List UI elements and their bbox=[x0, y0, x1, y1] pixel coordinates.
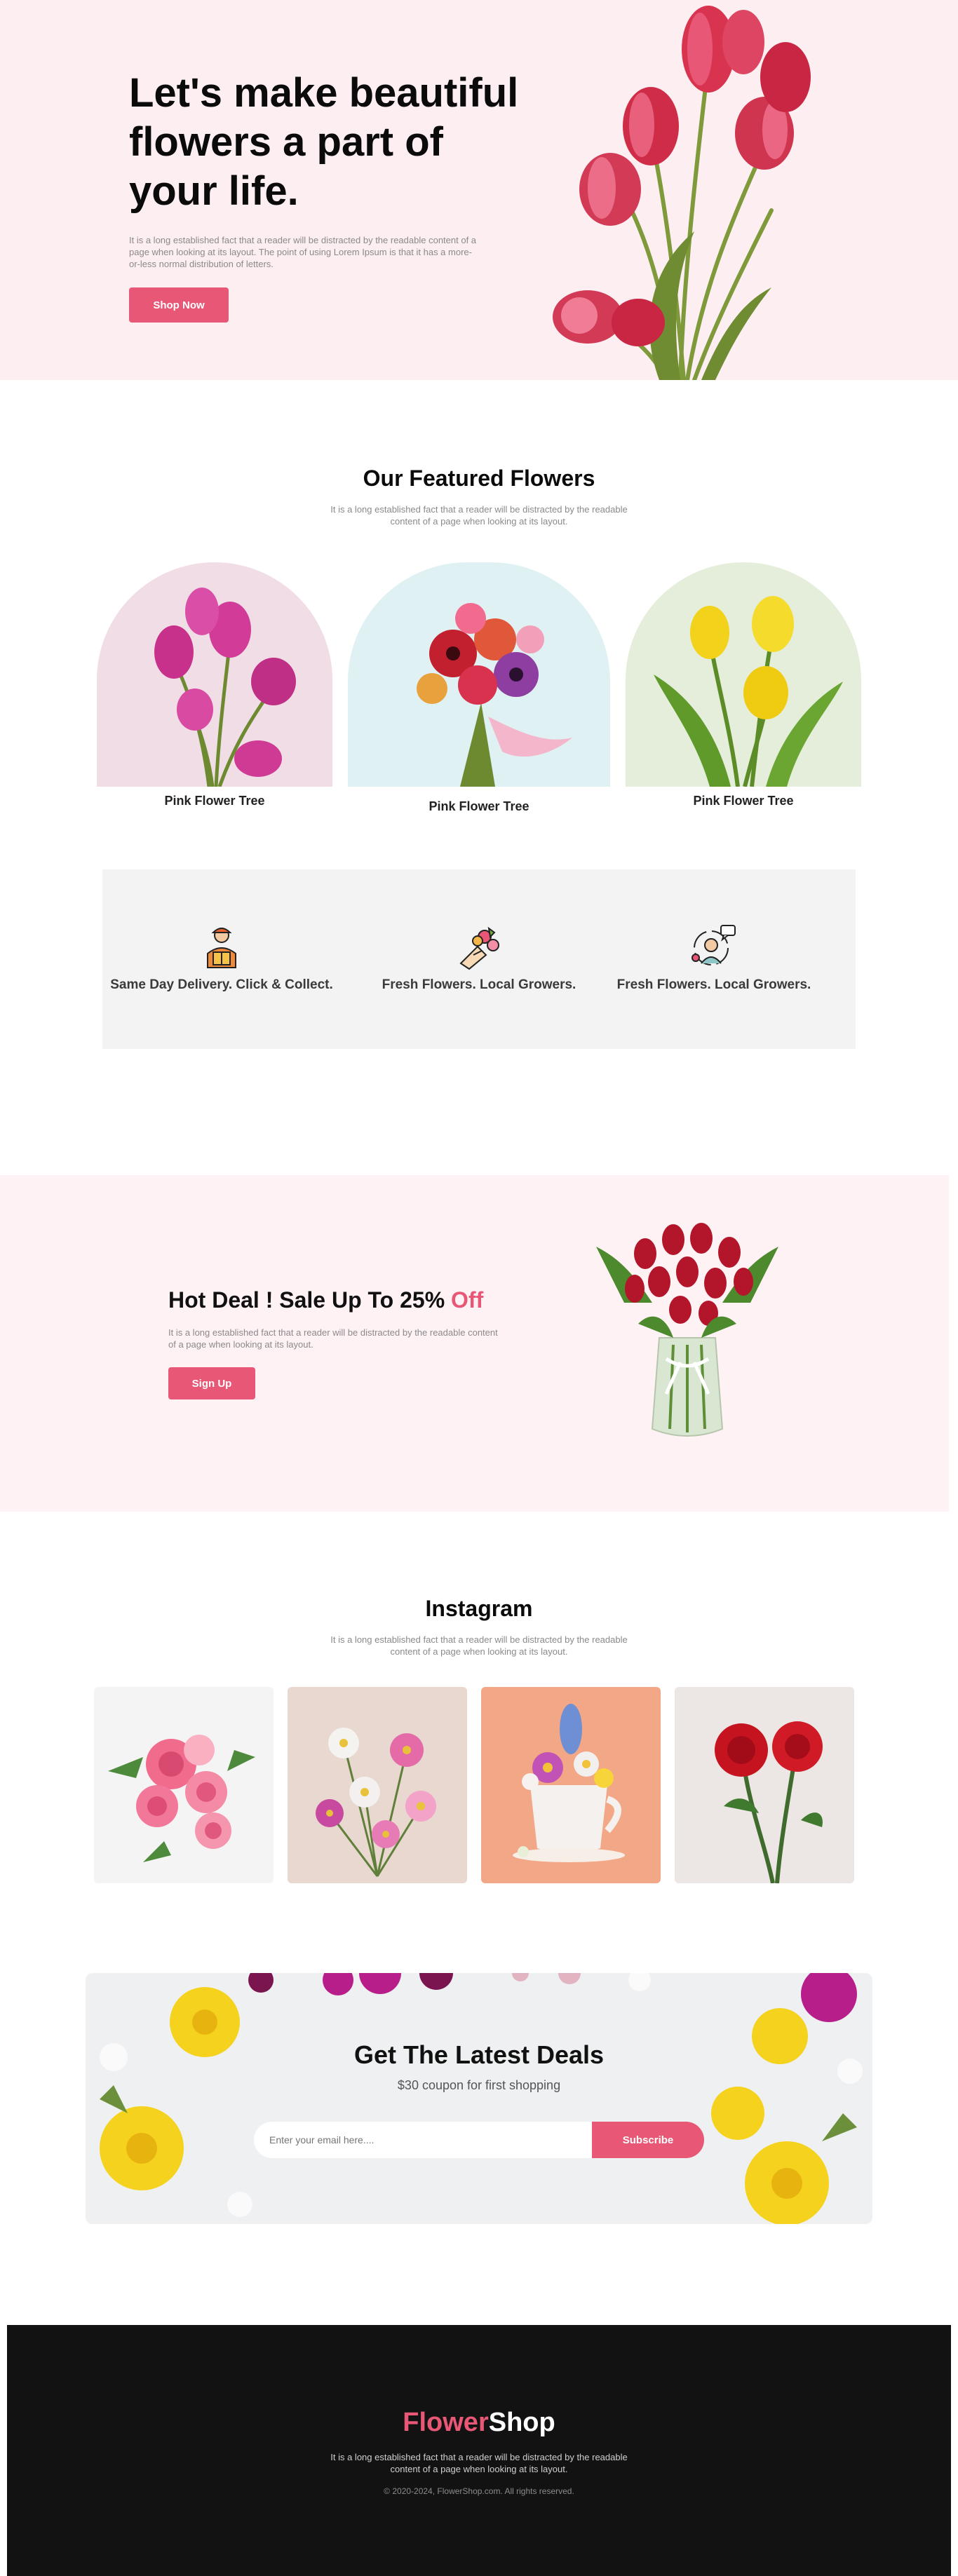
bouquet-icon bbox=[459, 926, 499, 970]
featured-title: Our Featured Flowers bbox=[363, 466, 595, 491]
deal-description: It is a long established fact that a rea… bbox=[168, 1327, 498, 1350]
feature-label: Same Day Delivery. Click & Collect. bbox=[110, 977, 333, 992]
deal-title-highlight: Off bbox=[451, 1287, 484, 1313]
email-input[interactable] bbox=[254, 2122, 605, 2158]
feature-label: Fresh Flowers. Local Growers. bbox=[382, 977, 576, 992]
featured-subtitle: It is a long established fact that a rea… bbox=[330, 504, 628, 527]
sign-up-button[interactable]: Sign Up bbox=[168, 1367, 255, 1399]
instagram-section: Instagram It is a long established fact … bbox=[0, 1512, 958, 1973]
instagram-post[interactable] bbox=[288, 1687, 467, 1883]
pink-tulips-image bbox=[154, 588, 296, 787]
cosmos-flowers-image bbox=[288, 1687, 467, 1883]
featured-card-label: Pink Flower Tree bbox=[693, 794, 794, 808]
tulips-image bbox=[553, 6, 811, 380]
featured-card-image[interactable] bbox=[626, 562, 861, 787]
delivery-person-icon bbox=[207, 928, 236, 968]
features-strip: Same Day Delivery. Click & Collect. Fres… bbox=[102, 869, 856, 1049]
deal-section: Hot Deal ! Sale Up To 25% Off It is a lo… bbox=[0, 1175, 949, 1512]
shop-now-button[interactable]: Shop Now bbox=[129, 287, 229, 323]
feature-item: Fresh Flowers. Local Growers. bbox=[595, 923, 833, 993]
featured-card-label: Pink Flower Tree bbox=[429, 799, 529, 813]
featured-card-image[interactable] bbox=[348, 562, 610, 787]
red-roses-image bbox=[675, 1687, 854, 1883]
features-section: Same Day Delivery. Click & Collect. Fres… bbox=[0, 869, 958, 1175]
newsletter-subtitle: $30 coupon for first shopping bbox=[397, 2078, 561, 2092]
featured-card-image[interactable] bbox=[97, 562, 332, 787]
pink-roses-image bbox=[94, 1687, 274, 1883]
instagram-post[interactable] bbox=[481, 1687, 661, 1883]
deal-title: Hot Deal ! Sale Up To 25% Off bbox=[168, 1287, 483, 1313]
feature-item: Same Day Delivery. Click & Collect. bbox=[102, 923, 341, 993]
footer-logo[interactable]: FlowerShop bbox=[7, 2408, 951, 2438]
feature-item: Fresh Flowers. Local Growers. bbox=[360, 923, 598, 993]
newsletter-banner: Get The Latest Deals $30 coupon for firs… bbox=[86, 1973, 872, 2224]
feature-label: Fresh Flowers. Local Growers. bbox=[616, 977, 811, 992]
logo-flower: Flower bbox=[403, 2408, 489, 2437]
instagram-post[interactable] bbox=[94, 1687, 274, 1883]
hero-title: Let's make beautiful flowers a part of y… bbox=[129, 70, 519, 214]
featured-section: Our Featured Flowers It is a long establ… bbox=[0, 380, 958, 869]
subscribe-button[interactable]: Subscribe bbox=[592, 2122, 704, 2158]
newsletter-section: Get The Latest Deals $30 coupon for firs… bbox=[0, 1973, 958, 2317]
support-agent-icon bbox=[691, 925, 736, 965]
hero-section: Let's make beautiful flowers a part of y… bbox=[0, 0, 958, 380]
instagram-subtitle: It is a long established fact that a rea… bbox=[330, 1634, 628, 1657]
hero-description: It is a long established fact that a rea… bbox=[129, 235, 477, 269]
instagram-title: Instagram bbox=[425, 1596, 533, 1621]
footer-copyright: © 2020-2024, FlowerShop.com. All rights … bbox=[384, 2486, 574, 2496]
footer: FlowerShop It is a long established fact… bbox=[7, 2325, 951, 2576]
deal-title-main: Hot Deal ! Sale Up To 25% bbox=[168, 1287, 452, 1313]
yellow-tulips-image bbox=[654, 596, 843, 787]
tulips-vase-image bbox=[596, 1223, 778, 1437]
footer-description: It is a long established fact that a rea… bbox=[330, 2452, 628, 2474]
flowers-in-cup-image bbox=[481, 1687, 661, 1883]
flowers-border-image bbox=[100, 1973, 863, 2224]
newsletter-title: Get The Latest Deals bbox=[353, 2040, 605, 2069]
bouquet-image bbox=[417, 603, 572, 787]
logo-shop: Shop bbox=[488, 2408, 555, 2437]
featured-card-label: Pink Flower Tree bbox=[164, 794, 265, 808]
instagram-post[interactable] bbox=[675, 1687, 854, 1883]
